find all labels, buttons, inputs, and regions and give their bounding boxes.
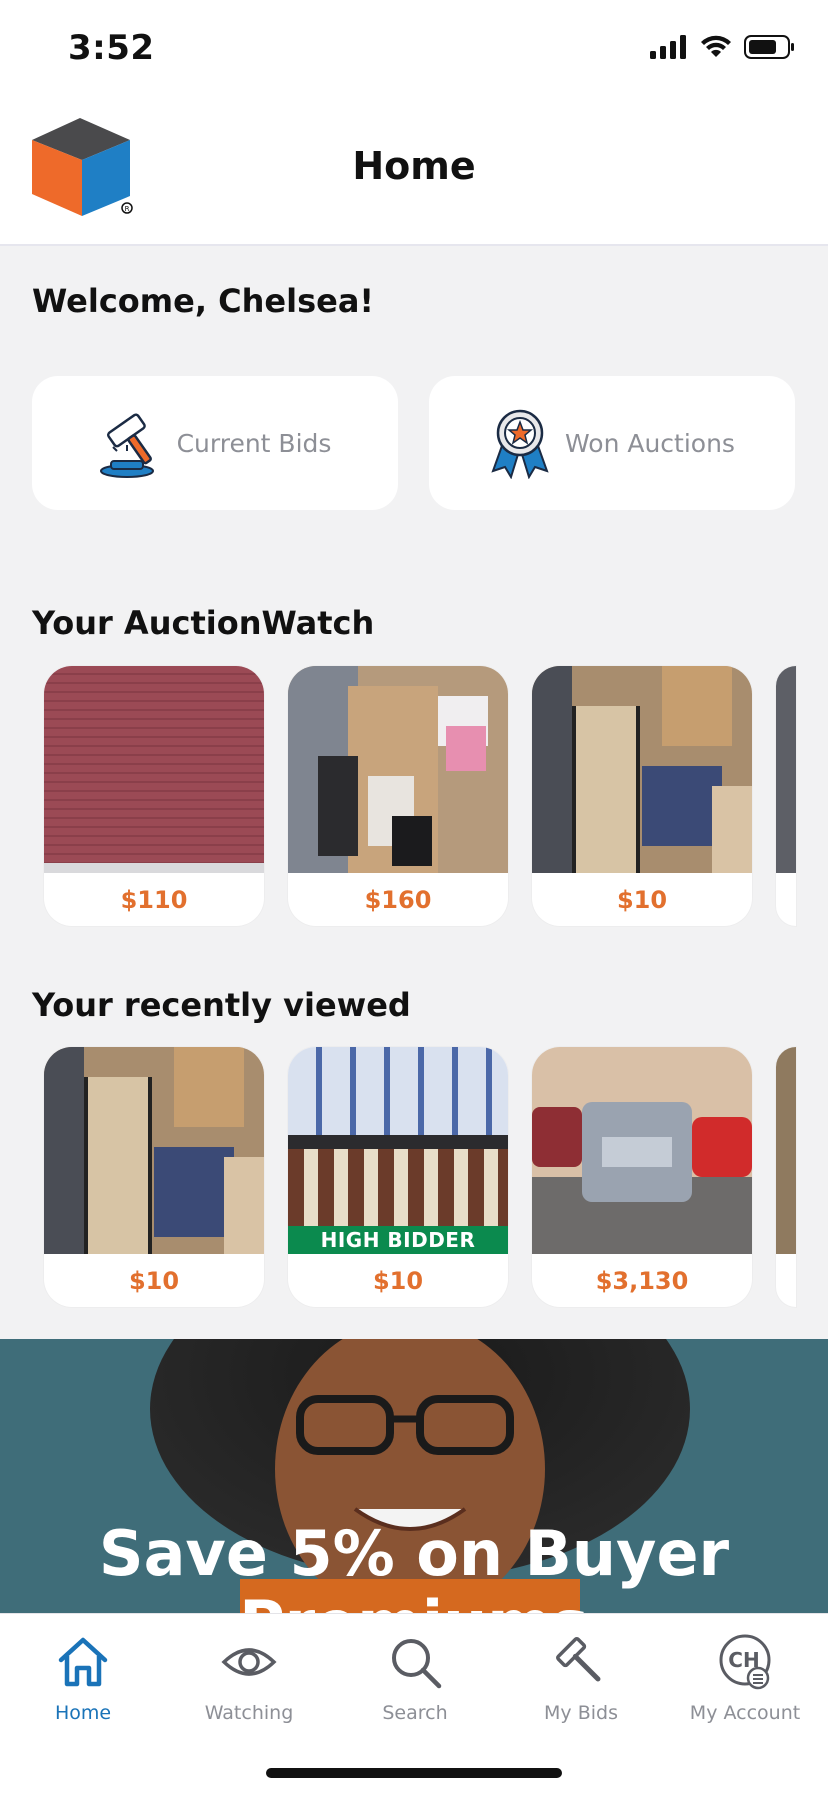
welcome-heading: Welcome, Chelsea! [32, 282, 374, 320]
svg-text:R: R [125, 205, 130, 213]
tab-watching[interactable]: Watching [166, 1614, 332, 1734]
truck-photo [532, 1047, 752, 1254]
storage-unit-photo [776, 1047, 796, 1254]
tile-price: $10 [128, 1267, 180, 1295]
tile-price: $3,130 [595, 1267, 689, 1295]
status-bar: 3:52 [0, 0, 828, 96]
tab-label: Home [54, 1702, 112, 1724]
recently-viewed-heading: Your recently viewed [32, 986, 411, 1024]
gavel-icon [556, 1637, 601, 1682]
high-bidder-badge: HIGH BIDDER [288, 1226, 508, 1254]
auction-tile[interactable]: $160 [288, 666, 508, 926]
storage-unit-photo [288, 666, 508, 873]
auction-watch-row: $110 $160 $10 [44, 666, 796, 926]
auction-tile-partial[interactable] [776, 666, 796, 926]
storage-unit-photo [44, 666, 264, 873]
tab-label: My Account [689, 1702, 801, 1724]
auction-tile[interactable]: $3,130 [532, 1047, 752, 1307]
status-icons [650, 34, 796, 60]
promo-headline: Save 5% on Buyer Premiums [98, 1517, 730, 1615]
status-time: 3:52 [68, 28, 155, 68]
tile-price: $10 [372, 1267, 424, 1295]
promo-banner[interactable]: Save 5% on Buyer Premiums [0, 1339, 828, 1614]
auction-tile[interactable]: $10 [532, 666, 752, 926]
won-auctions-card[interactable]: Won Auctions [429, 376, 795, 510]
current-bids-label: Current Bids [176, 428, 332, 458]
auction-tile[interactable]: HIGH BIDDER $10 [288, 1047, 508, 1307]
search-icon [392, 1639, 442, 1689]
battery-icon [744, 35, 794, 59]
account-icon: CH [719, 1634, 771, 1690]
app-header: R Home [0, 96, 828, 246]
auction-watch-heading: Your AuctionWatch [32, 604, 375, 642]
tab-home[interactable]: Home [0, 1614, 166, 1734]
award-ribbon-icon [491, 409, 549, 479]
auction-tile[interactable]: $110 [44, 666, 264, 926]
tile-price: $110 [120, 886, 188, 914]
home-icon [58, 1637, 108, 1687]
tab-my-bids[interactable]: My Bids [498, 1614, 664, 1734]
won-auctions-label: Won Auctions [565, 428, 735, 458]
tab-search[interactable]: Search [332, 1614, 498, 1734]
recently-viewed-row: $10 HIGH BIDDER $10 $3,130 [44, 1047, 796, 1307]
tab-label: Watching [204, 1702, 294, 1724]
current-bids-card[interactable]: Current Bids [32, 376, 398, 510]
trading-cards-photo: HIGH BIDDER [288, 1047, 508, 1254]
signal-icon [650, 35, 686, 59]
tile-price: $160 [364, 886, 432, 914]
storage-unit-photo [776, 666, 796, 873]
home-indicator [266, 1768, 562, 1778]
page-title: Home [352, 144, 476, 188]
auction-tile-partial[interactable] [776, 1047, 796, 1307]
storage-unit-photo [44, 1047, 264, 1254]
gavel-icon [99, 413, 154, 478]
tab-bar: Home Watching Search My Bids CH My Accou… [0, 1613, 828, 1793]
wifi-icon [701, 35, 731, 57]
tab-label: My Bids [544, 1702, 618, 1724]
tab-my-account[interactable]: CH My Account [662, 1614, 828, 1734]
storage-unit-photo [532, 666, 752, 873]
tile-price: $10 [616, 886, 668, 914]
eye-icon [221, 1648, 277, 1676]
auction-tile[interactable]: $10 [44, 1047, 264, 1307]
tab-label: Search [382, 1702, 448, 1724]
